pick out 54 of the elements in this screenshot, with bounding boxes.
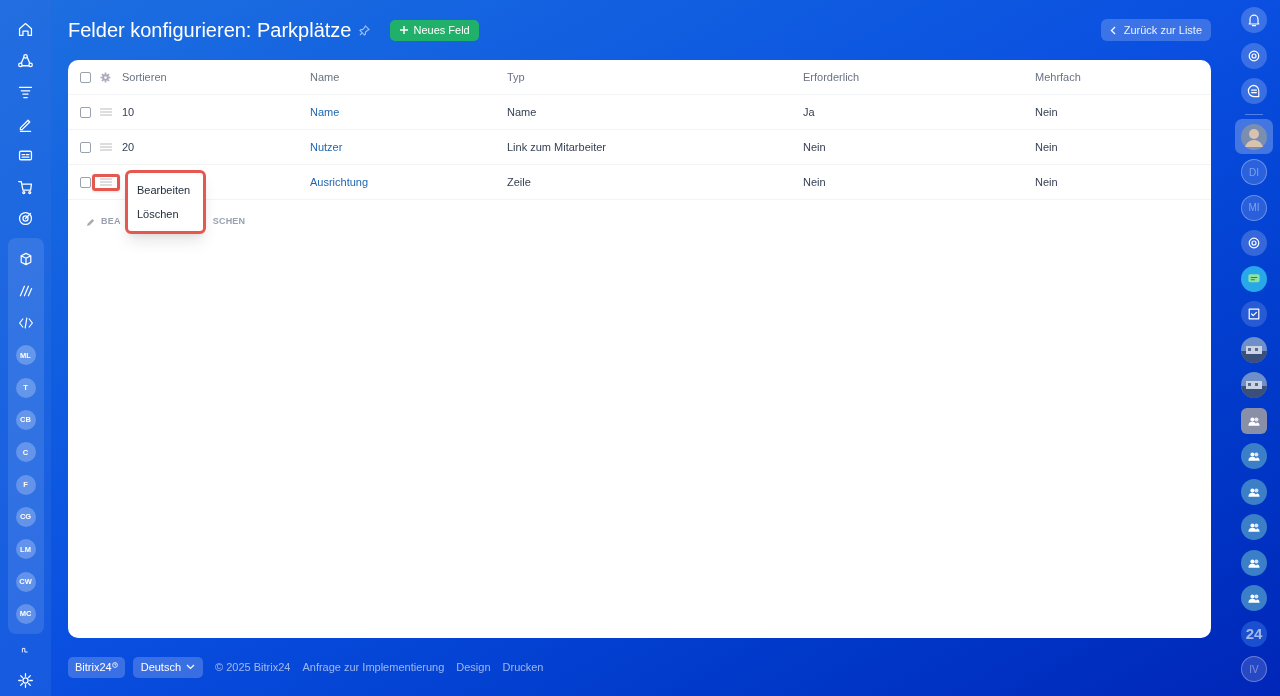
initials-avatar[interactable]: IV [1241, 656, 1267, 683]
checkbox[interactable] [80, 141, 91, 153]
nodes-icon[interactable] [17, 52, 34, 70]
table-cell-text: Nein [803, 139, 826, 155]
column-header[interactable]: Erforderlich [803, 68, 860, 86]
table-cell-text: 20 [122, 139, 135, 155]
column-header[interactable]: Typ [507, 68, 525, 86]
checkbox[interactable] [80, 71, 91, 83]
table-cell-text: Name [507, 104, 537, 120]
pencil-icon [86, 217, 95, 227]
home-icon[interactable] [17, 21, 34, 39]
initials-avatar[interactable]: MI [1241, 194, 1267, 221]
brand-button[interactable]: Bitrix24 [68, 656, 125, 678]
plus-icon [399, 25, 410, 35]
new-field-button[interactable]: Neues Feld [390, 19, 479, 41]
chat-icon[interactable] [1246, 83, 1262, 100]
footer-link[interactable]: Design [456, 658, 491, 676]
menu-item[interactable]: Bearbeiten [137, 181, 194, 198]
language-select[interactable]: Deutsch [132, 656, 204, 678]
column-header[interactable]: Name [310, 68, 340, 86]
table-cell-text: Nein [1035, 174, 1058, 190]
column-header[interactable]: Mehrfach [1035, 68, 1081, 86]
table-cell-text: Ja [803, 104, 815, 120]
target-icon[interactable] [17, 210, 34, 228]
checkbox[interactable] [80, 106, 91, 118]
back-to-list-button[interactable]: Zurück zur Liste [1100, 19, 1211, 41]
table-cell-text: Link zum Mitarbeiter [507, 139, 607, 155]
action-link[interactable]: SCHEN [212, 215, 246, 229]
footer-link[interactable]: Drucken [502, 658, 544, 676]
field-name-link[interactable]: Nutzer [310, 138, 343, 156]
footer-link[interactable]: © 2025 Bitrix24 [215, 658, 291, 676]
logo-text[interactable]: 24 [1241, 620, 1267, 647]
field-name-link[interactable]: Name [310, 103, 340, 121]
drag-handle[interactable] [92, 173, 120, 191]
footer-link[interactable]: Anfrage zur Implementierung [302, 658, 445, 676]
clock-icon [111, 661, 118, 668]
table-cell-text: Zeile [507, 174, 531, 190]
page-title: Felder konfigurieren: Parkplätze [68, 18, 352, 43]
action-link[interactable]: BEA [101, 215, 121, 229]
chevron-down-icon [186, 664, 196, 670]
checkbox[interactable] [80, 176, 91, 188]
pin-icon[interactable] [359, 24, 371, 36]
column-header[interactable]: Sortieren [122, 68, 167, 86]
field-name-link[interactable]: Ausrichtung [310, 173, 369, 191]
bell-icon[interactable] [1246, 12, 1262, 29]
table-cell-text: 10 [122, 104, 135, 120]
table-cell-text: Nein [803, 174, 826, 190]
cart-icon[interactable] [17, 178, 34, 196]
initials-avatar[interactable]: DI [1241, 159, 1267, 186]
menu-item[interactable]: Löschen [137, 206, 194, 223]
chevron-left-icon [1109, 25, 1116, 35]
table-cell-text: Nein [1035, 139, 1058, 155]
user-avatar[interactable] [1235, 119, 1273, 155]
table-cell-text: Nein [1035, 104, 1058, 120]
